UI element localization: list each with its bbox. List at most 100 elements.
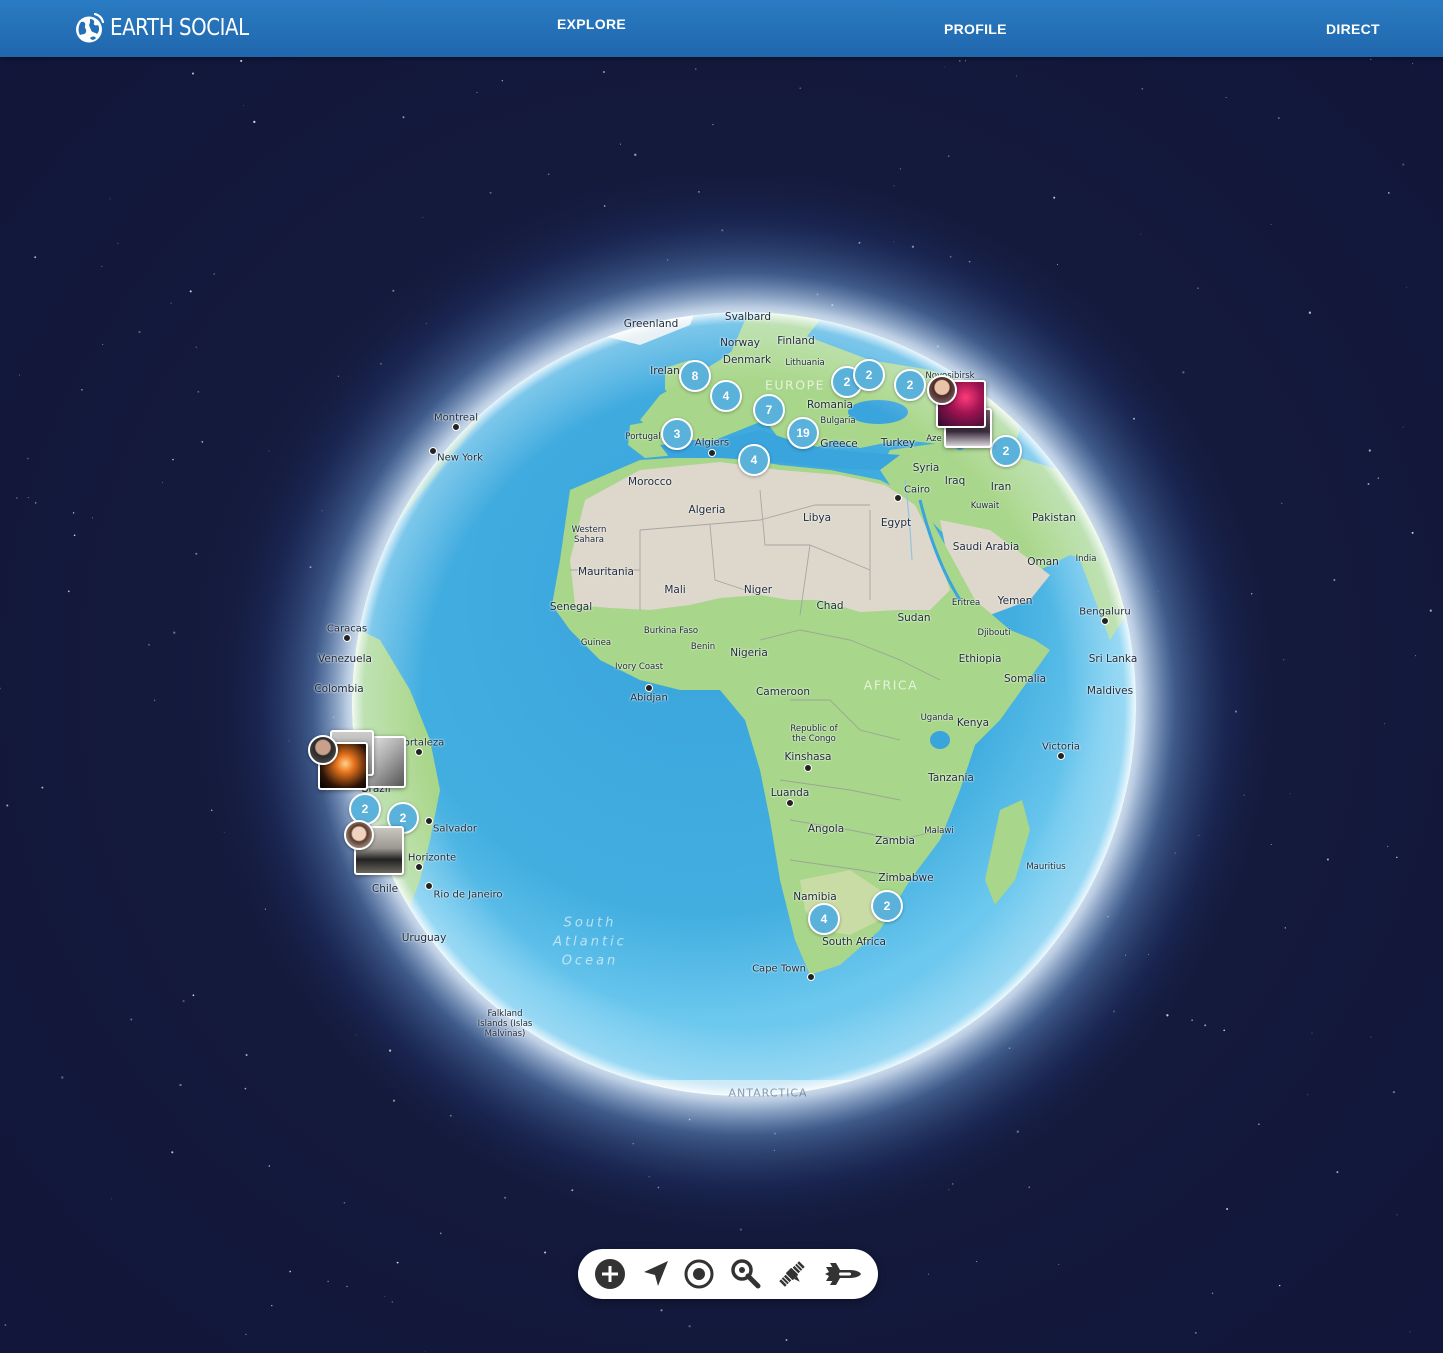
post-cluster-marker[interactable]: 4	[738, 444, 770, 476]
star	[397, 513, 400, 515]
star	[507, 510, 508, 512]
star	[952, 1183, 954, 1185]
star	[1281, 502, 1283, 504]
location-arrow-icon	[644, 1261, 668, 1286]
star	[264, 908, 266, 910]
star	[1211, 1292, 1214, 1295]
star	[660, 1309, 663, 1312]
star	[1377, 477, 1380, 479]
star	[688, 1325, 691, 1328]
star	[573, 424, 575, 426]
star	[1113, 1010, 1115, 1013]
star	[67, 590, 70, 593]
star	[829, 1030, 832, 1033]
star	[947, 155, 950, 157]
star	[603, 205, 606, 207]
star	[909, 536, 911, 538]
star	[802, 791, 804, 793]
search-button[interactable]	[729, 1258, 761, 1290]
star	[723, 631, 726, 634]
star	[650, 1013, 653, 1016]
satellite-button[interactable]	[776, 1258, 808, 1290]
star	[634, 153, 637, 156]
star	[1336, 1171, 1339, 1174]
post-cluster-marker[interactable]: 4	[710, 380, 742, 412]
star	[1133, 417, 1135, 420]
user-avatar[interactable]	[344, 820, 374, 850]
nav-explore[interactable]: EXPLORE	[557, 16, 626, 32]
post-cluster-marker[interactable]: 2	[853, 359, 885, 391]
star	[1148, 954, 1150, 955]
star	[1392, 1090, 1396, 1094]
post-cluster-marker[interactable]: 2	[894, 369, 926, 401]
star	[1409, 1331, 1411, 1333]
star	[192, 72, 194, 75]
post-cluster-marker[interactable]: 2	[990, 435, 1022, 467]
navigate-button[interactable]	[640, 1258, 672, 1290]
star	[201, 440, 204, 443]
star	[661, 354, 663, 356]
star	[1140, 233, 1142, 235]
star	[1194, 1331, 1197, 1334]
top-navigation-bar: EARTH SOCIAL EXPLORE PROFILE DIRECT	[0, 0, 1443, 57]
spaceship-icon	[825, 1263, 861, 1285]
star	[72, 512, 75, 514]
star	[911, 245, 915, 248]
star	[785, 1339, 788, 1341]
post-cluster-marker[interactable]: 3	[661, 418, 693, 450]
star	[1250, 593, 1253, 595]
star	[309, 566, 312, 569]
star	[424, 1350, 426, 1352]
nav-profile[interactable]: PROFILE	[944, 21, 1007, 37]
star	[91, 517, 94, 519]
star	[704, 587, 707, 590]
star	[189, 290, 192, 293]
star	[1396, 856, 1398, 859]
star	[657, 772, 660, 776]
star	[893, 241, 895, 243]
star	[497, 873, 499, 875]
locate-me-button[interactable]	[683, 1258, 715, 1290]
star	[179, 1083, 182, 1087]
star	[519, 381, 521, 383]
post-cluster-marker[interactable]: 2	[871, 890, 903, 922]
app-logo[interactable]: EARTH SOCIAL	[75, 11, 271, 45]
spaceship-button[interactable]	[822, 1258, 862, 1290]
star	[1308, 311, 1312, 314]
star	[583, 345, 586, 348]
search-icon	[731, 1259, 761, 1289]
star	[1226, 1207, 1229, 1211]
star	[1008, 1047, 1011, 1049]
app-title: EARTH SOCIAL	[110, 15, 249, 41]
star	[242, 105, 244, 106]
star	[689, 593, 691, 595]
nav-direct[interactable]: DIRECT	[1326, 21, 1380, 37]
add-post-button[interactable]	[594, 1258, 626, 1290]
star	[1415, 655, 1417, 657]
user-avatar[interactable]	[308, 735, 338, 765]
star	[472, 717, 474, 719]
star	[632, 1142, 634, 1145]
star	[1107, 915, 1109, 918]
star	[426, 322, 427, 324]
star	[880, 554, 881, 556]
star	[192, 994, 195, 997]
star	[712, 123, 714, 126]
user-avatar[interactable]	[927, 375, 957, 405]
star	[392, 1099, 396, 1102]
post-cluster-marker[interactable]: 7	[753, 394, 785, 426]
star	[268, 1165, 271, 1167]
star	[245, 1054, 248, 1056]
star	[603, 71, 605, 73]
star	[685, 996, 688, 998]
star	[213, 273, 215, 275]
post-cluster-marker[interactable]: 4	[808, 903, 840, 935]
star	[581, 753, 584, 755]
star	[1056, 694, 1058, 696]
post-cluster-marker[interactable]: 8	[679, 360, 711, 392]
post-cluster-marker[interactable]: 19	[787, 417, 819, 449]
star	[1368, 449, 1371, 452]
star	[102, 343, 104, 345]
star	[1307, 1094, 1309, 1096]
star	[1225, 96, 1227, 98]
